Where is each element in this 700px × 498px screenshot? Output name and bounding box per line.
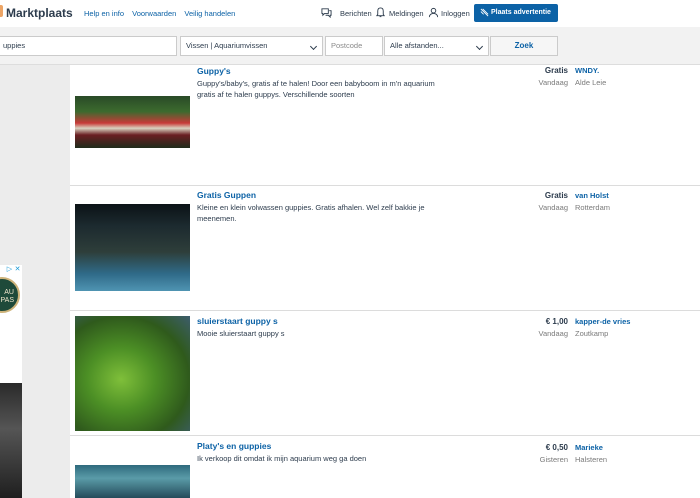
listing-title[interactable]: Platy's en guppies [197, 441, 271, 451]
top-navigation: Marktplaats Help en info Voorwaarden Vei… [0, 0, 700, 27]
nav-links: Help en info Voorwaarden Veilig handelen [84, 9, 241, 18]
distance-select[interactable]: Alle afstanden... [384, 36, 489, 56]
notifications-link[interactable]: Meldingen [389, 9, 424, 18]
place-ad-label: Plaats advertentie [491, 9, 551, 16]
ad-close-icon[interactable]: ✕ [14, 266, 21, 274]
listing-city: Rotterdam [575, 203, 611, 212]
user-icon[interactable] [428, 7, 439, 18]
listing-seller[interactable]: van Holst [575, 191, 609, 200]
listing-price: Gratis [544, 191, 568, 200]
messages-icon[interactable] [321, 7, 332, 18]
nav-link-terms[interactable]: Voorwaarden [132, 9, 176, 18]
listing-title[interactable]: Gratis Guppen [197, 190, 256, 200]
login-link[interactable]: Inloggen [441, 9, 470, 18]
category-select-value: Vissen | Aquariumvissen [186, 41, 268, 50]
listing-date: Vandaag [538, 78, 568, 87]
nav-link-safe-trading[interactable]: Veilig handelen [184, 9, 235, 18]
listing-seller[interactable]: kapper-de vries [575, 317, 630, 326]
listing-seller[interactable]: WNDY. [575, 66, 599, 75]
listing-thumbnail[interactable] [75, 96, 190, 148]
chevron-down-icon [475, 42, 484, 51]
listing-thumbnail[interactable] [75, 204, 190, 291]
search-button[interactable]: Zoek [490, 36, 558, 56]
side-advertisement[interactable]: ▷ ✕ AU PAS [0, 265, 22, 498]
ad-choices-icon[interactable]: ▷ [6, 266, 13, 274]
listing-date: Gisteren [539, 455, 568, 464]
listing-item[interactable]: Platy's en guppies Ik verkoop dit omdat … [70, 436, 700, 498]
listing-price: € 1,00 [545, 317, 568, 326]
listing-price: € 0,50 [545, 443, 568, 452]
listing-date: Vandaag [538, 329, 568, 338]
search-bar: uppies Vissen | Aquariumvissen Postcode … [0, 27, 700, 65]
site-logo[interactable]: Marktplaats [6, 6, 73, 20]
search-input[interactable]: uppies [0, 36, 177, 56]
category-select[interactable]: Vissen | Aquariumvissen [180, 36, 323, 56]
listing-thumbnail[interactable] [75, 316, 190, 431]
listing-description: Ik verkoop dit omdat ik mijn aquarium we… [197, 454, 367, 463]
listing-description: Kleine en klein volwassen guppies. Grati… [197, 203, 425, 223]
listing-price: Gratis [544, 66, 568, 75]
messages-link[interactable]: Berichten [340, 9, 372, 18]
marktplaats-logo-icon[interactable] [0, 5, 3, 17]
listing-city: Alde Leie [575, 78, 607, 87]
listing-item[interactable]: Guppy's Guppy's/baby's, gratis af te hal… [70, 65, 700, 186]
chevron-down-icon [309, 42, 318, 51]
listing-item[interactable]: Gratis Guppen Kleine en klein volwassen … [70, 186, 700, 311]
ad-badge: AU PAS [0, 277, 20, 313]
megaphone-icon [480, 8, 489, 17]
listing-thumbnail[interactable] [75, 465, 190, 498]
ad-image [0, 383, 22, 498]
postcode-input[interactable]: Postcode [325, 36, 383, 56]
listings-panel: Guppy's Guppy's/baby's, gratis af te hal… [70, 65, 700, 498]
listing-title[interactable]: sluierstaart guppy s [197, 316, 278, 326]
bell-icon[interactable] [375, 7, 386, 18]
listing-city: Zoutkamp [575, 329, 609, 338]
listing-description: Guppy's/baby's, gratis af te halen! Door… [197, 79, 435, 99]
listing-city: Halsteren [575, 455, 608, 464]
listing-item[interactable]: sluierstaart guppy s Mooie sluierstaart … [70, 311, 700, 436]
distance-select-value: Alle afstanden... [390, 41, 444, 50]
listing-description: Mooie sluierstaart guppy s [197, 329, 285, 338]
nav-link-help[interactable]: Help en info [84, 9, 124, 18]
listing-seller[interactable]: Marieke [575, 443, 603, 452]
listing-title[interactable]: Guppy's [197, 66, 231, 76]
place-ad-button[interactable]: Plaats advertentie [474, 4, 558, 22]
listing-date: Vandaag [538, 203, 568, 212]
